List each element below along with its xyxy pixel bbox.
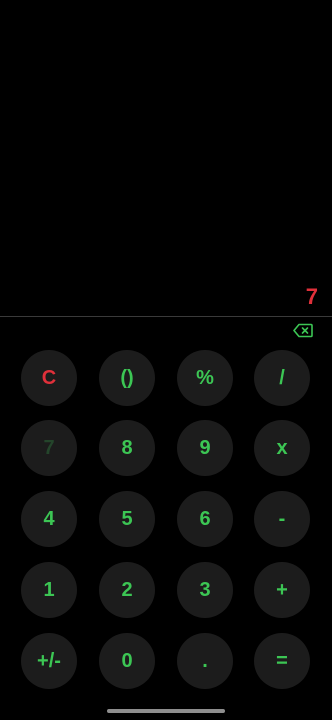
clear-button[interactable]: C (21, 350, 77, 406)
display-value: 7 (305, 284, 318, 309)
equals-button[interactable]: = (254, 633, 310, 689)
digit-1-button[interactable]: 1 (21, 562, 77, 618)
divide-button[interactable]: / (254, 350, 310, 406)
decimal-button[interactable]: . (177, 633, 233, 689)
digit-9-button[interactable]: 9 (177, 420, 233, 476)
parentheses-button[interactable]: () (99, 350, 155, 406)
digit-2-button[interactable]: 2 (99, 562, 155, 618)
home-indicator (107, 709, 225, 713)
multiply-button[interactable]: x (254, 420, 310, 476)
digit-8-button[interactable]: 8 (99, 420, 155, 476)
sign-toggle-button[interactable]: +/- (21, 633, 77, 689)
add-button[interactable]: + (254, 562, 310, 618)
calculator-app: 7 C()%/7 8 9 x 4 5 6-1 2 3 + +/- 0. = (0, 0, 332, 720)
digit-3-button[interactable]: 3 (177, 562, 233, 618)
digit-0-button[interactable]: 0 (99, 633, 155, 689)
digit-4-button[interactable]: 4 (21, 491, 77, 547)
backspace-button[interactable] (293, 323, 313, 338)
backspace-icon (293, 323, 313, 338)
percent-button[interactable]: % (177, 350, 233, 406)
digit-6-button[interactable]: 6 (177, 491, 233, 547)
digit-7-button[interactable]: 7 (21, 420, 77, 476)
digit-5-button[interactable]: 5 (99, 491, 155, 547)
divider (0, 316, 332, 317)
result-display: 7 (0, 0, 332, 316)
subtract-button[interactable]: - (254, 491, 310, 547)
